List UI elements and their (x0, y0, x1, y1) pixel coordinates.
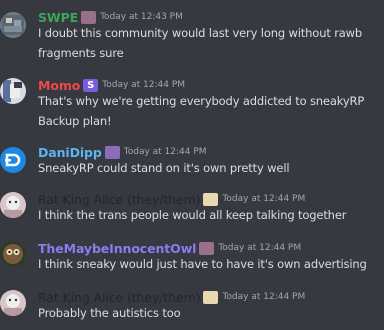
message-text: I think sneaky would just have to have i… (38, 257, 367, 271)
message-text: fragments sure (38, 46, 124, 60)
timestamp: Today at 12:44 PM (123, 147, 207, 157)
message-item: SWPE Today at 12:43 PM I doubt this comm… (0, 8, 384, 60)
timestamp: Today at 12:44 PM (222, 292, 306, 302)
emoji-badge-icon (104, 145, 120, 159)
username[interactable]: Rat King Alice (they/them) (38, 192, 201, 207)
message-text: I think the trans people would all keep … (38, 208, 347, 222)
emoji-badge-icon (81, 10, 97, 24)
message-text: That's why we're getting everybody addic… (38, 94, 365, 108)
username[interactable]: Momo (38, 78, 80, 93)
message-item: TheMaybeInnocentOwl Today at 12:44 PM I … (0, 239, 384, 273)
avatar[interactable] (0, 12, 26, 38)
avatar[interactable] (0, 192, 26, 218)
message-header: TheMaybeInnocentOwl Today at 12:44 PM (38, 239, 301, 257)
timestamp: Today at 12:44 PM (102, 80, 186, 90)
username[interactable]: TheMaybeInnocentOwl (38, 241, 196, 256)
message-header: Rat King Alice (they/them) Today at 12:4… (38, 190, 305, 208)
message-text: SneakyRP could stand on it's own pretty … (38, 161, 290, 175)
message-text: Probably the autistics too (38, 306, 181, 320)
timestamp: Today at 12:44 PM (218, 243, 302, 253)
chat-messages: SWPE Today at 12:43 PM I doubt this comm… (0, 0, 384, 330)
note-badge-icon (203, 290, 219, 304)
message-header: Rat King Alice (they/them) Today at 12:4… (38, 288, 305, 306)
message-item: Rat King Alice (they/them) Today at 12:4… (0, 190, 384, 224)
emoji-badge-icon (199, 241, 215, 255)
avatar[interactable] (0, 241, 26, 267)
timestamp: Today at 12:44 PM (222, 194, 306, 204)
username[interactable]: SWPE (38, 10, 78, 25)
s-badge-icon: S (83, 78, 99, 92)
message-text: I doubt this community would last very l… (38, 26, 363, 40)
timestamp: Today at 12:43 PM (100, 12, 183, 22)
message-item: DaniDipp Today at 12:44 PM SneakyRP coul… (0, 143, 384, 177)
message-item: Rat King Alice (they/them) Today at 12:4… (0, 288, 384, 322)
avatar[interactable] (0, 147, 26, 173)
message-text: Backup plan! (38, 114, 112, 128)
message-header: DaniDipp Today at 12:44 PM (38, 143, 207, 161)
message-header: SWPE Today at 12:43 PM (38, 8, 183, 26)
avatar[interactable] (0, 78, 26, 104)
avatar[interactable] (0, 290, 26, 316)
message-header: Momo S Today at 12:44 PM (38, 76, 185, 94)
message-item: Momo S Today at 12:44 PM That's why we'r… (0, 76, 384, 128)
username[interactable]: Rat King Alice (they/them) (38, 290, 201, 305)
note-badge-icon (203, 192, 219, 206)
username[interactable]: DaniDipp (38, 145, 102, 160)
